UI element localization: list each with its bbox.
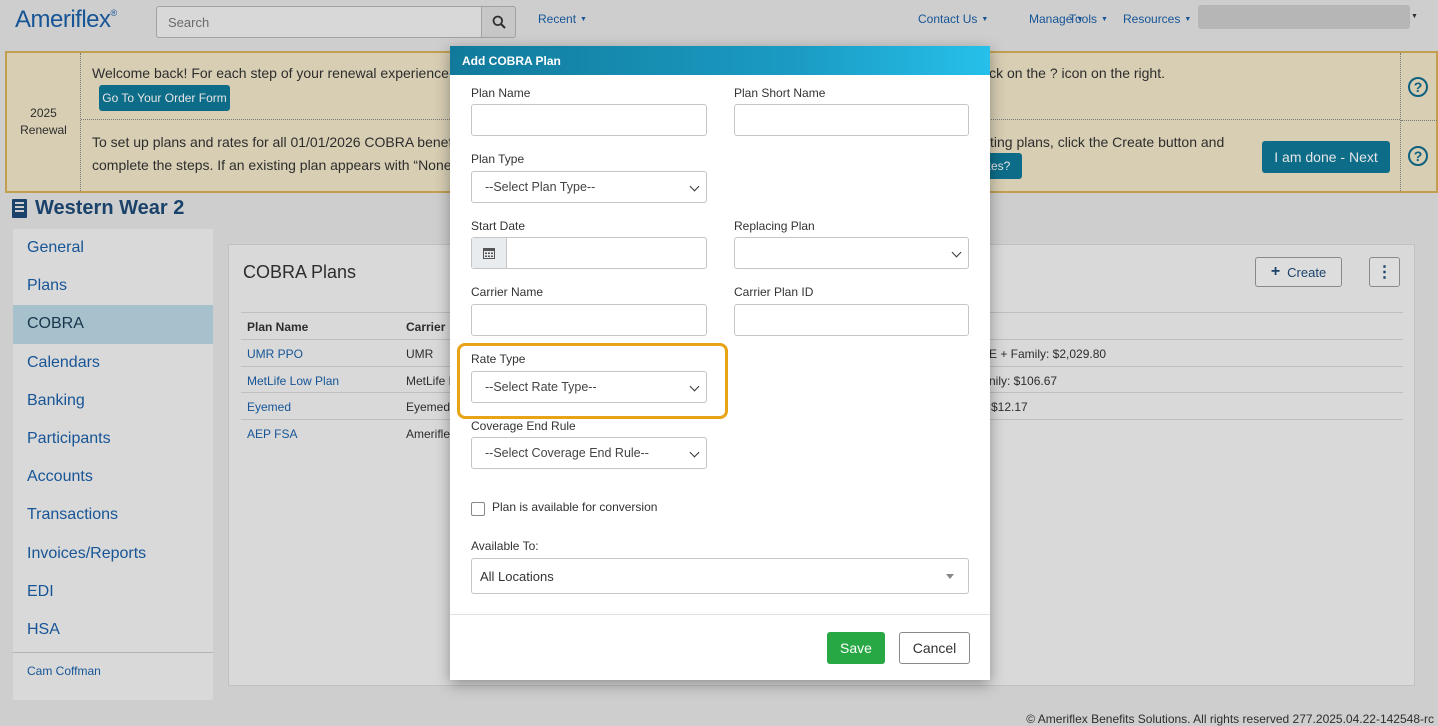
chevron-down-icon [689, 447, 700, 458]
available-to-value: All Locations [480, 568, 554, 584]
chevron-down-icon [689, 381, 700, 392]
save-button[interactable]: Save [827, 632, 885, 664]
carrier-name-input[interactable] [471, 304, 707, 336]
available-to-label: Available To: [471, 539, 539, 553]
dropdown-arrow-icon [946, 574, 954, 579]
plan-type-value: --Select Plan Type-- [485, 180, 596, 194]
conversion-label[interactable]: Plan is available for conversion [492, 500, 657, 514]
plan-type-select[interactable]: --Select Plan Type-- [471, 171, 707, 203]
carrier-plan-id-input[interactable] [734, 304, 969, 336]
rate-type-label: Rate Type [471, 352, 526, 366]
dialog-header: Add COBRA Plan [450, 46, 990, 75]
coverage-end-rule-label: Coverage End Rule [471, 419, 576, 433]
available-to-select[interactable]: All Locations [471, 558, 969, 594]
start-date-label: Start Date [471, 219, 526, 233]
replacing-plan-label: Replacing Plan [734, 219, 815, 233]
plan-type-label: Plan Type [471, 152, 525, 166]
rate-type-value: --Select Rate Type-- [485, 380, 597, 394]
coverage-end-rule-select[interactable]: --Select Coverage End Rule-- [471, 437, 707, 469]
conversion-checkbox[interactable] [471, 502, 485, 516]
calendar-button[interactable] [472, 238, 507, 268]
carrier-name-label: Carrier Name [471, 285, 544, 299]
dialog-footer: Save Cancel [450, 614, 990, 680]
chevron-down-icon [689, 181, 700, 192]
plan-short-name-input[interactable] [734, 104, 969, 136]
plan-name-input[interactable] [471, 104, 707, 136]
plan-short-name-label: Plan Short Name [734, 86, 826, 100]
rate-type-select[interactable]: --Select Rate Type-- [471, 371, 707, 403]
cancel-button[interactable]: Cancel [899, 632, 970, 664]
add-cobra-plan-dialog: Add COBRA Plan Plan Name Plan Short Name… [450, 46, 990, 680]
calendar-icon [483, 248, 495, 259]
start-date-input[interactable] [471, 237, 707, 269]
dialog-title: Add COBRA Plan [462, 53, 561, 68]
plan-name-label: Plan Name [471, 86, 531, 100]
coverage-end-rule-value: --Select Coverage End Rule-- [485, 446, 649, 460]
chevron-down-icon [951, 247, 962, 258]
replacing-plan-select[interactable] [734, 237, 969, 269]
carrier-plan-id-label: Carrier Plan ID [734, 285, 814, 299]
